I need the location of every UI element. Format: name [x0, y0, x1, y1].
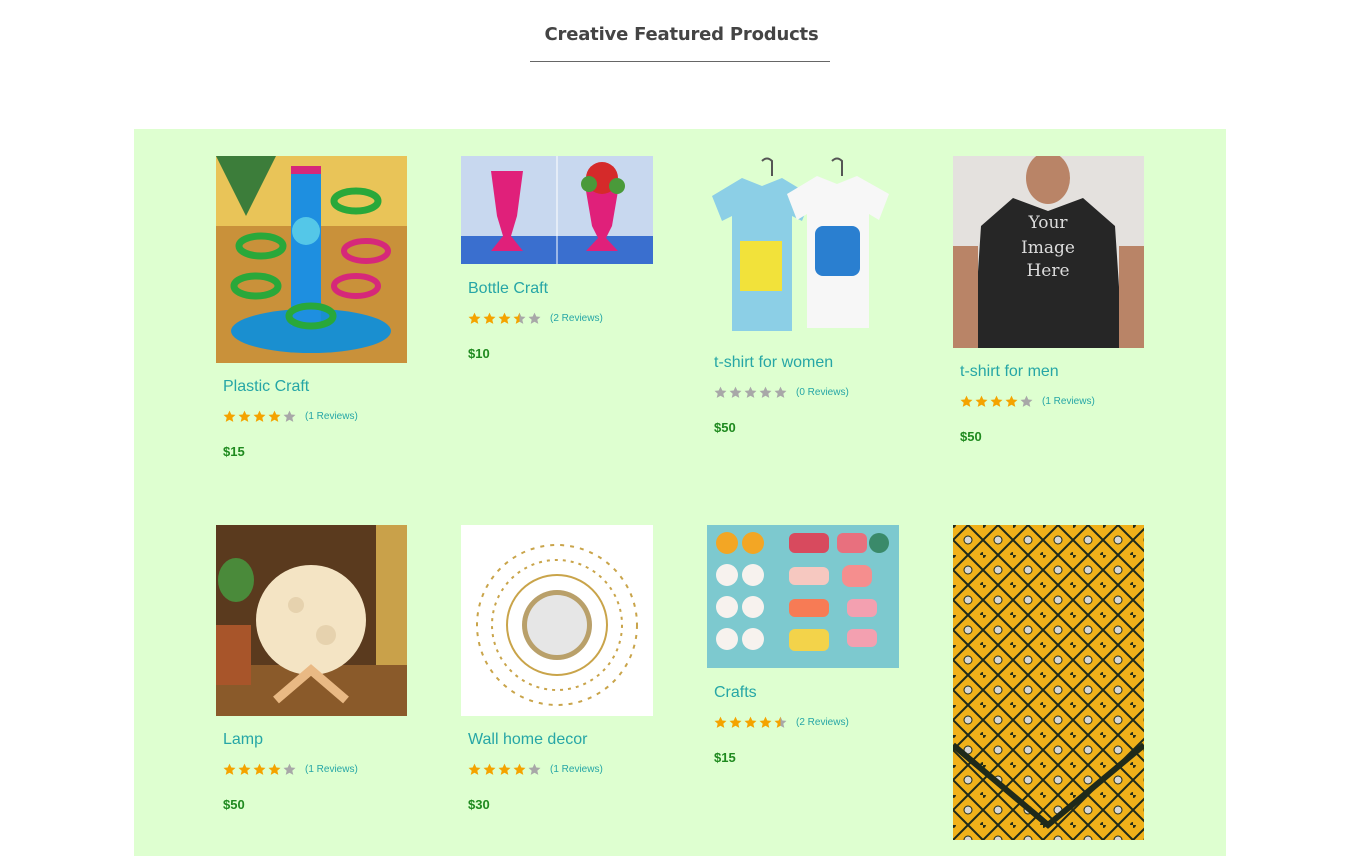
star-icon: [528, 312, 541, 324]
star-icon: [253, 763, 266, 775]
review-count-link[interactable]: (1 Reviews): [1042, 396, 1095, 407]
product-card-tshirt-women: t-shirt for women (0 Reviews) $50: [707, 156, 899, 435]
product-rating: (1 Reviews): [223, 762, 408, 776]
product-price: $10: [468, 346, 490, 361]
star-icon: [714, 386, 727, 398]
product-card-lamp: Lamp (1 Reviews) $50: [216, 525, 408, 812]
product-price: $50: [714, 420, 736, 435]
star-icon: [283, 763, 296, 775]
product-name[interactable]: Lamp: [223, 731, 408, 749]
star-icon: [468, 312, 481, 324]
star-icon: [483, 763, 496, 775]
product-price: $15: [223, 444, 245, 459]
star-icon: [268, 763, 281, 775]
product-price: $30: [468, 797, 490, 812]
review-count-link[interactable]: (1 Reviews): [305, 764, 358, 775]
product-name[interactable]: Wall home decor: [468, 731, 653, 749]
star-icon: [483, 312, 496, 324]
star-icon: [990, 395, 1003, 407]
product-name[interactable]: t-shirt for men: [960, 363, 1145, 381]
star-icon: [513, 763, 526, 775]
product-rating: (2 Reviews): [468, 311, 653, 325]
star-icon: [975, 395, 988, 407]
product-name[interactable]: Bottle Craft: [468, 280, 653, 298]
star-icon: [268, 410, 281, 422]
star-icon: [238, 763, 251, 775]
review-count-link[interactable]: (2 Reviews): [796, 717, 849, 728]
star-icon: [1020, 395, 1033, 407]
star-icon: [283, 410, 296, 422]
star-icon: [498, 763, 511, 775]
review-count-link[interactable]: (1 Reviews): [305, 411, 358, 422]
product-card-wall-decor: Wall home decor (1 Reviews) $30: [461, 525, 653, 812]
star-icon: [729, 716, 742, 728]
product-card-crafts: Crafts (2 Reviews) $15: [707, 525, 899, 765]
review-count-link[interactable]: (0 Reviews): [796, 387, 849, 398]
product-image-crafts[interactable]: [707, 525, 899, 668]
product-rating: (1 Reviews): [960, 394, 1145, 408]
section-title: Creative Featured Products: [544, 24, 819, 45]
product-card-bottle-craft: Bottle Craft (2 Reviews) $10: [461, 156, 653, 361]
product-name[interactable]: Plastic Craft: [223, 378, 408, 396]
product-image-wall-decor[interactable]: [461, 525, 653, 716]
product-price: $50: [960, 429, 982, 444]
star-icon: [513, 312, 526, 324]
star-icon: [528, 763, 541, 775]
rating-stars: [960, 395, 1033, 408]
star-icon: [238, 410, 251, 422]
star-icon: [774, 386, 787, 398]
star-icon: [253, 410, 266, 422]
product-card-plastic-craft: Plastic Craft (1 Reviews) $15: [216, 156, 408, 459]
product-rating: (2 Reviews): [714, 715, 899, 729]
star-icon: [744, 716, 757, 728]
product-name[interactable]: t-shirt for women: [714, 354, 899, 372]
product-image-plastic-craft[interactable]: [216, 156, 407, 363]
star-icon: [759, 386, 772, 398]
star-icon: [729, 386, 742, 398]
product-image-bottle-craft[interactable]: [461, 156, 653, 264]
title-underline: [530, 61, 830, 62]
review-count-link[interactable]: (2 Reviews): [550, 313, 603, 324]
rating-stars: [223, 763, 296, 776]
product-image-tshirt-men[interactable]: Your Image Here: [953, 156, 1144, 348]
star-icon: [498, 312, 511, 324]
star-icon: [714, 716, 727, 728]
rating-stars: [223, 410, 296, 423]
product-card-embroidery: [953, 525, 1145, 840]
star-icon: [759, 716, 772, 728]
product-price: $50: [223, 797, 245, 812]
star-icon: [223, 410, 236, 422]
star-icon: [223, 763, 236, 775]
product-rating: (1 Reviews): [223, 409, 408, 423]
star-icon: [1005, 395, 1018, 407]
product-grid: Plastic Craft (1 Reviews) $15 Bottle Cra…: [134, 129, 1226, 856]
star-icon: [960, 395, 973, 407]
product-price: $15: [714, 750, 736, 765]
svg-text:Your: Your: [1027, 213, 1068, 233]
product-image-embroidery[interactable]: [953, 525, 1144, 840]
star-icon: [744, 386, 757, 398]
product-card-tshirt-men: Your Image Here t-shirt for men (1 Revie…: [953, 156, 1145, 444]
product-image-lamp[interactable]: [216, 525, 407, 716]
product-image-tshirt-women[interactable]: [707, 156, 899, 338]
svg-text:Here: Here: [1026, 261, 1069, 281]
svg-text:Image: Image: [1021, 238, 1075, 258]
star-icon: [468, 763, 481, 775]
rating-stars: [714, 716, 787, 729]
rating-stars: [714, 386, 787, 399]
product-rating: (1 Reviews): [468, 762, 653, 776]
star-icon: [774, 716, 787, 728]
rating-stars: [468, 312, 541, 325]
product-rating: (0 Reviews): [714, 385, 899, 399]
rating-stars: [468, 763, 541, 776]
product-name[interactable]: Crafts: [714, 684, 899, 702]
review-count-link[interactable]: (1 Reviews): [550, 764, 603, 775]
